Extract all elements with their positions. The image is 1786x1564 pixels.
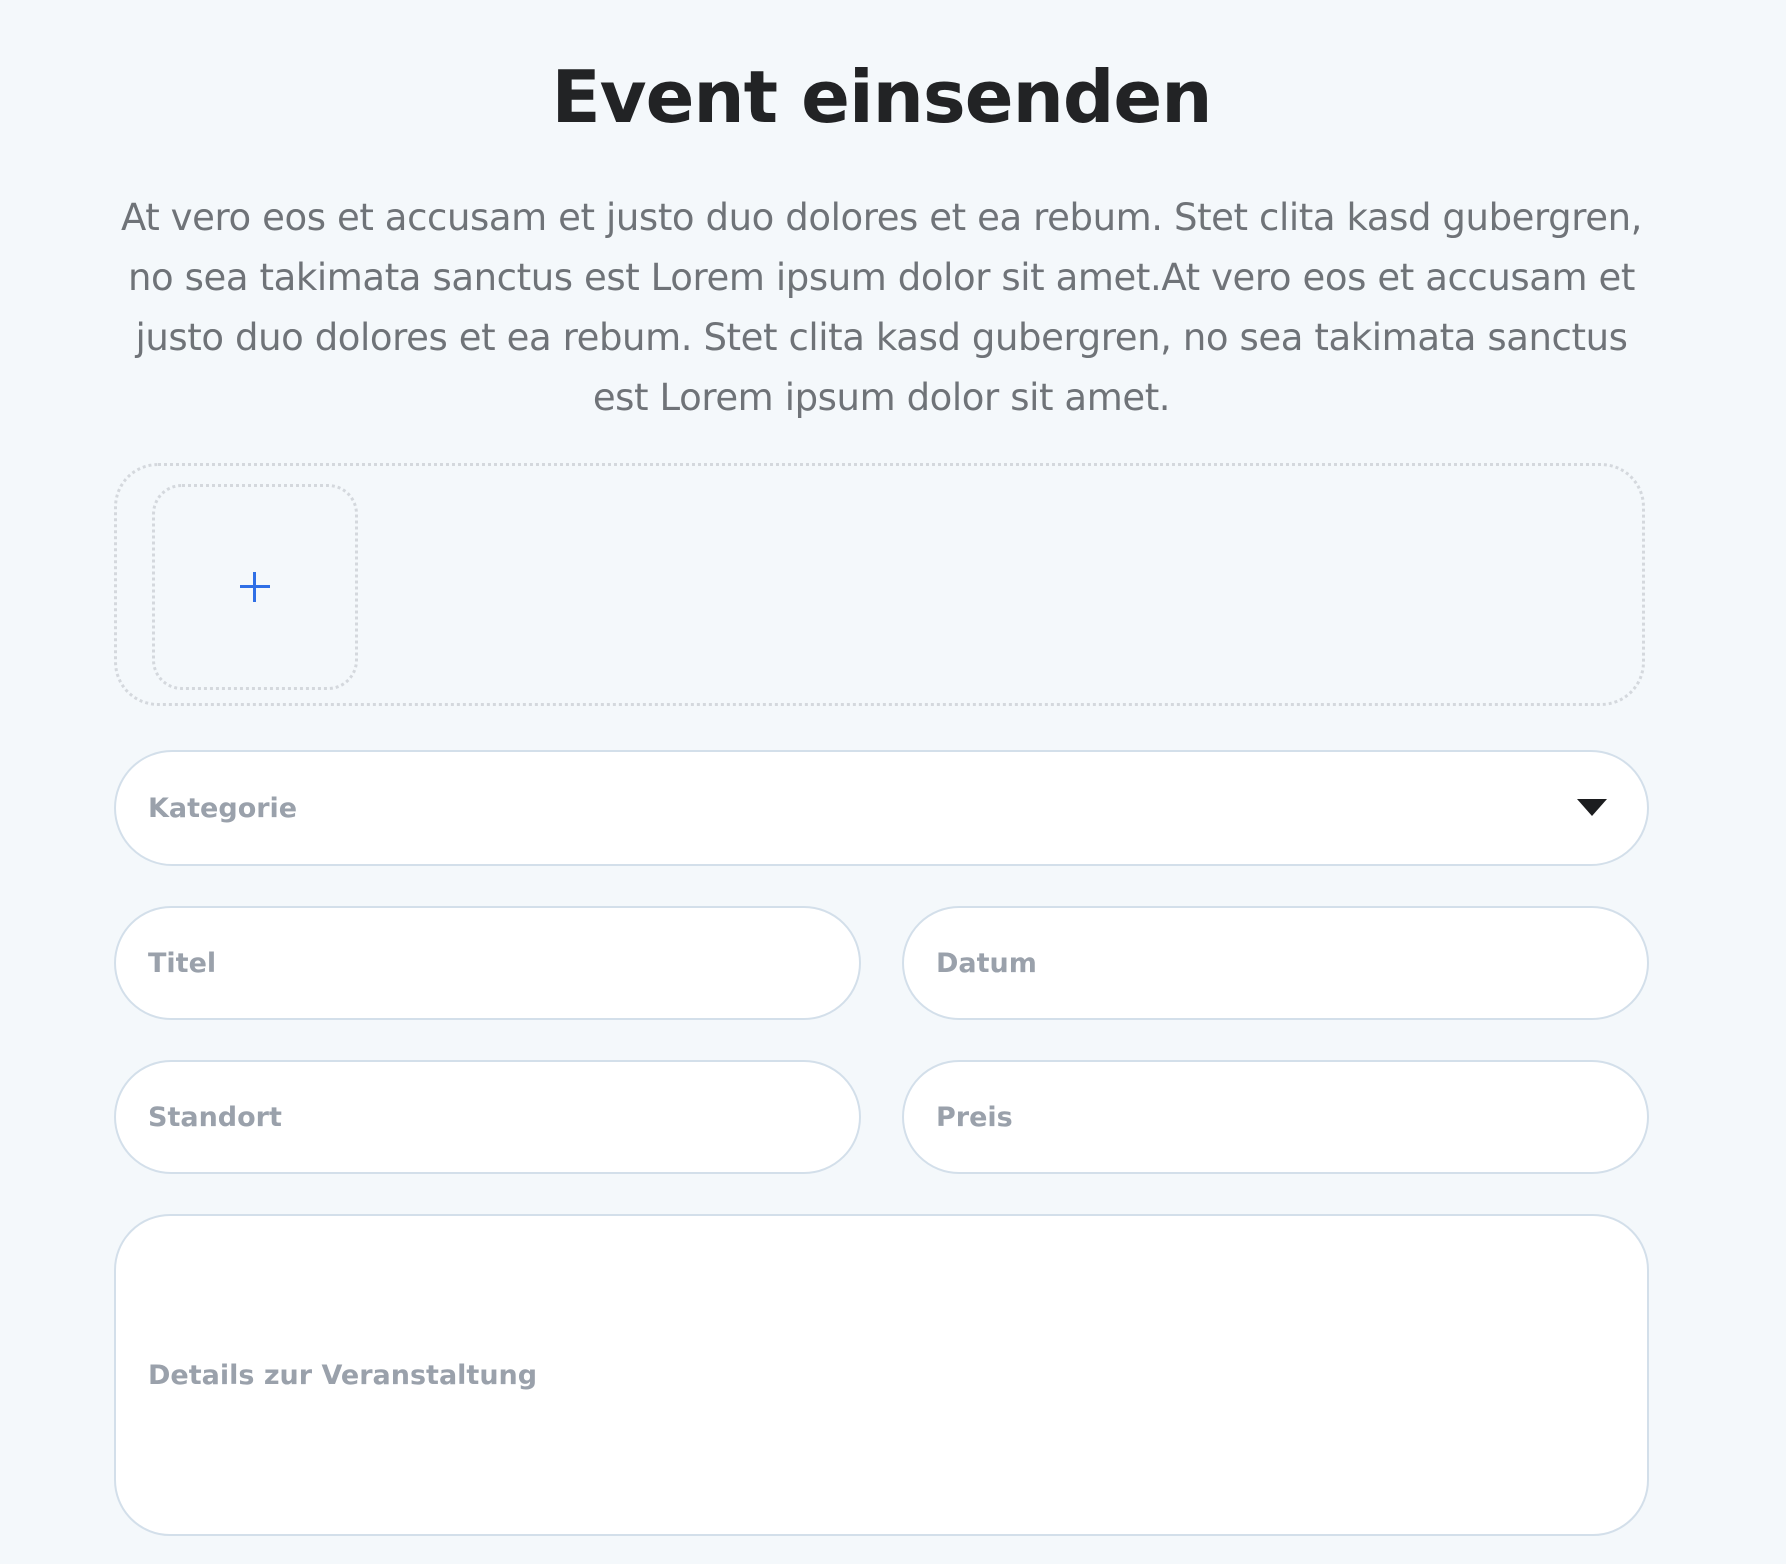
location-placeholder: Standort (148, 1101, 282, 1133)
title-input[interactable]: Titel (114, 906, 861, 1020)
date-input[interactable]: Datum (902, 906, 1649, 1020)
location-input[interactable]: Standort (114, 1060, 861, 1174)
add-image-button[interactable] (152, 484, 358, 690)
details-placeholder: Details zur Veranstaltung (148, 1359, 538, 1391)
image-upload-dropzone[interactable] (114, 463, 1645, 706)
price-input[interactable]: Preis (902, 1060, 1649, 1174)
title-placeholder: Titel (148, 947, 217, 979)
plus-icon (240, 572, 270, 602)
intro-text: At vero eos et accusam et justo duo dolo… (120, 196, 1643, 419)
category-select[interactable]: Kategorie (114, 750, 1649, 866)
chevron-down-icon[interactable] (1577, 799, 1607, 816)
event-submit-page: Event einsenden At vero eos et accusam e… (114, 0, 1649, 1536)
price-placeholder: Preis (936, 1101, 1013, 1133)
date-placeholder: Datum (936, 947, 1037, 979)
details-textarea[interactable]: Details zur Veranstaltung (114, 1214, 1649, 1536)
category-placeholder: Kategorie (148, 792, 298, 824)
page-title: Event einsenden (551, 55, 1212, 139)
